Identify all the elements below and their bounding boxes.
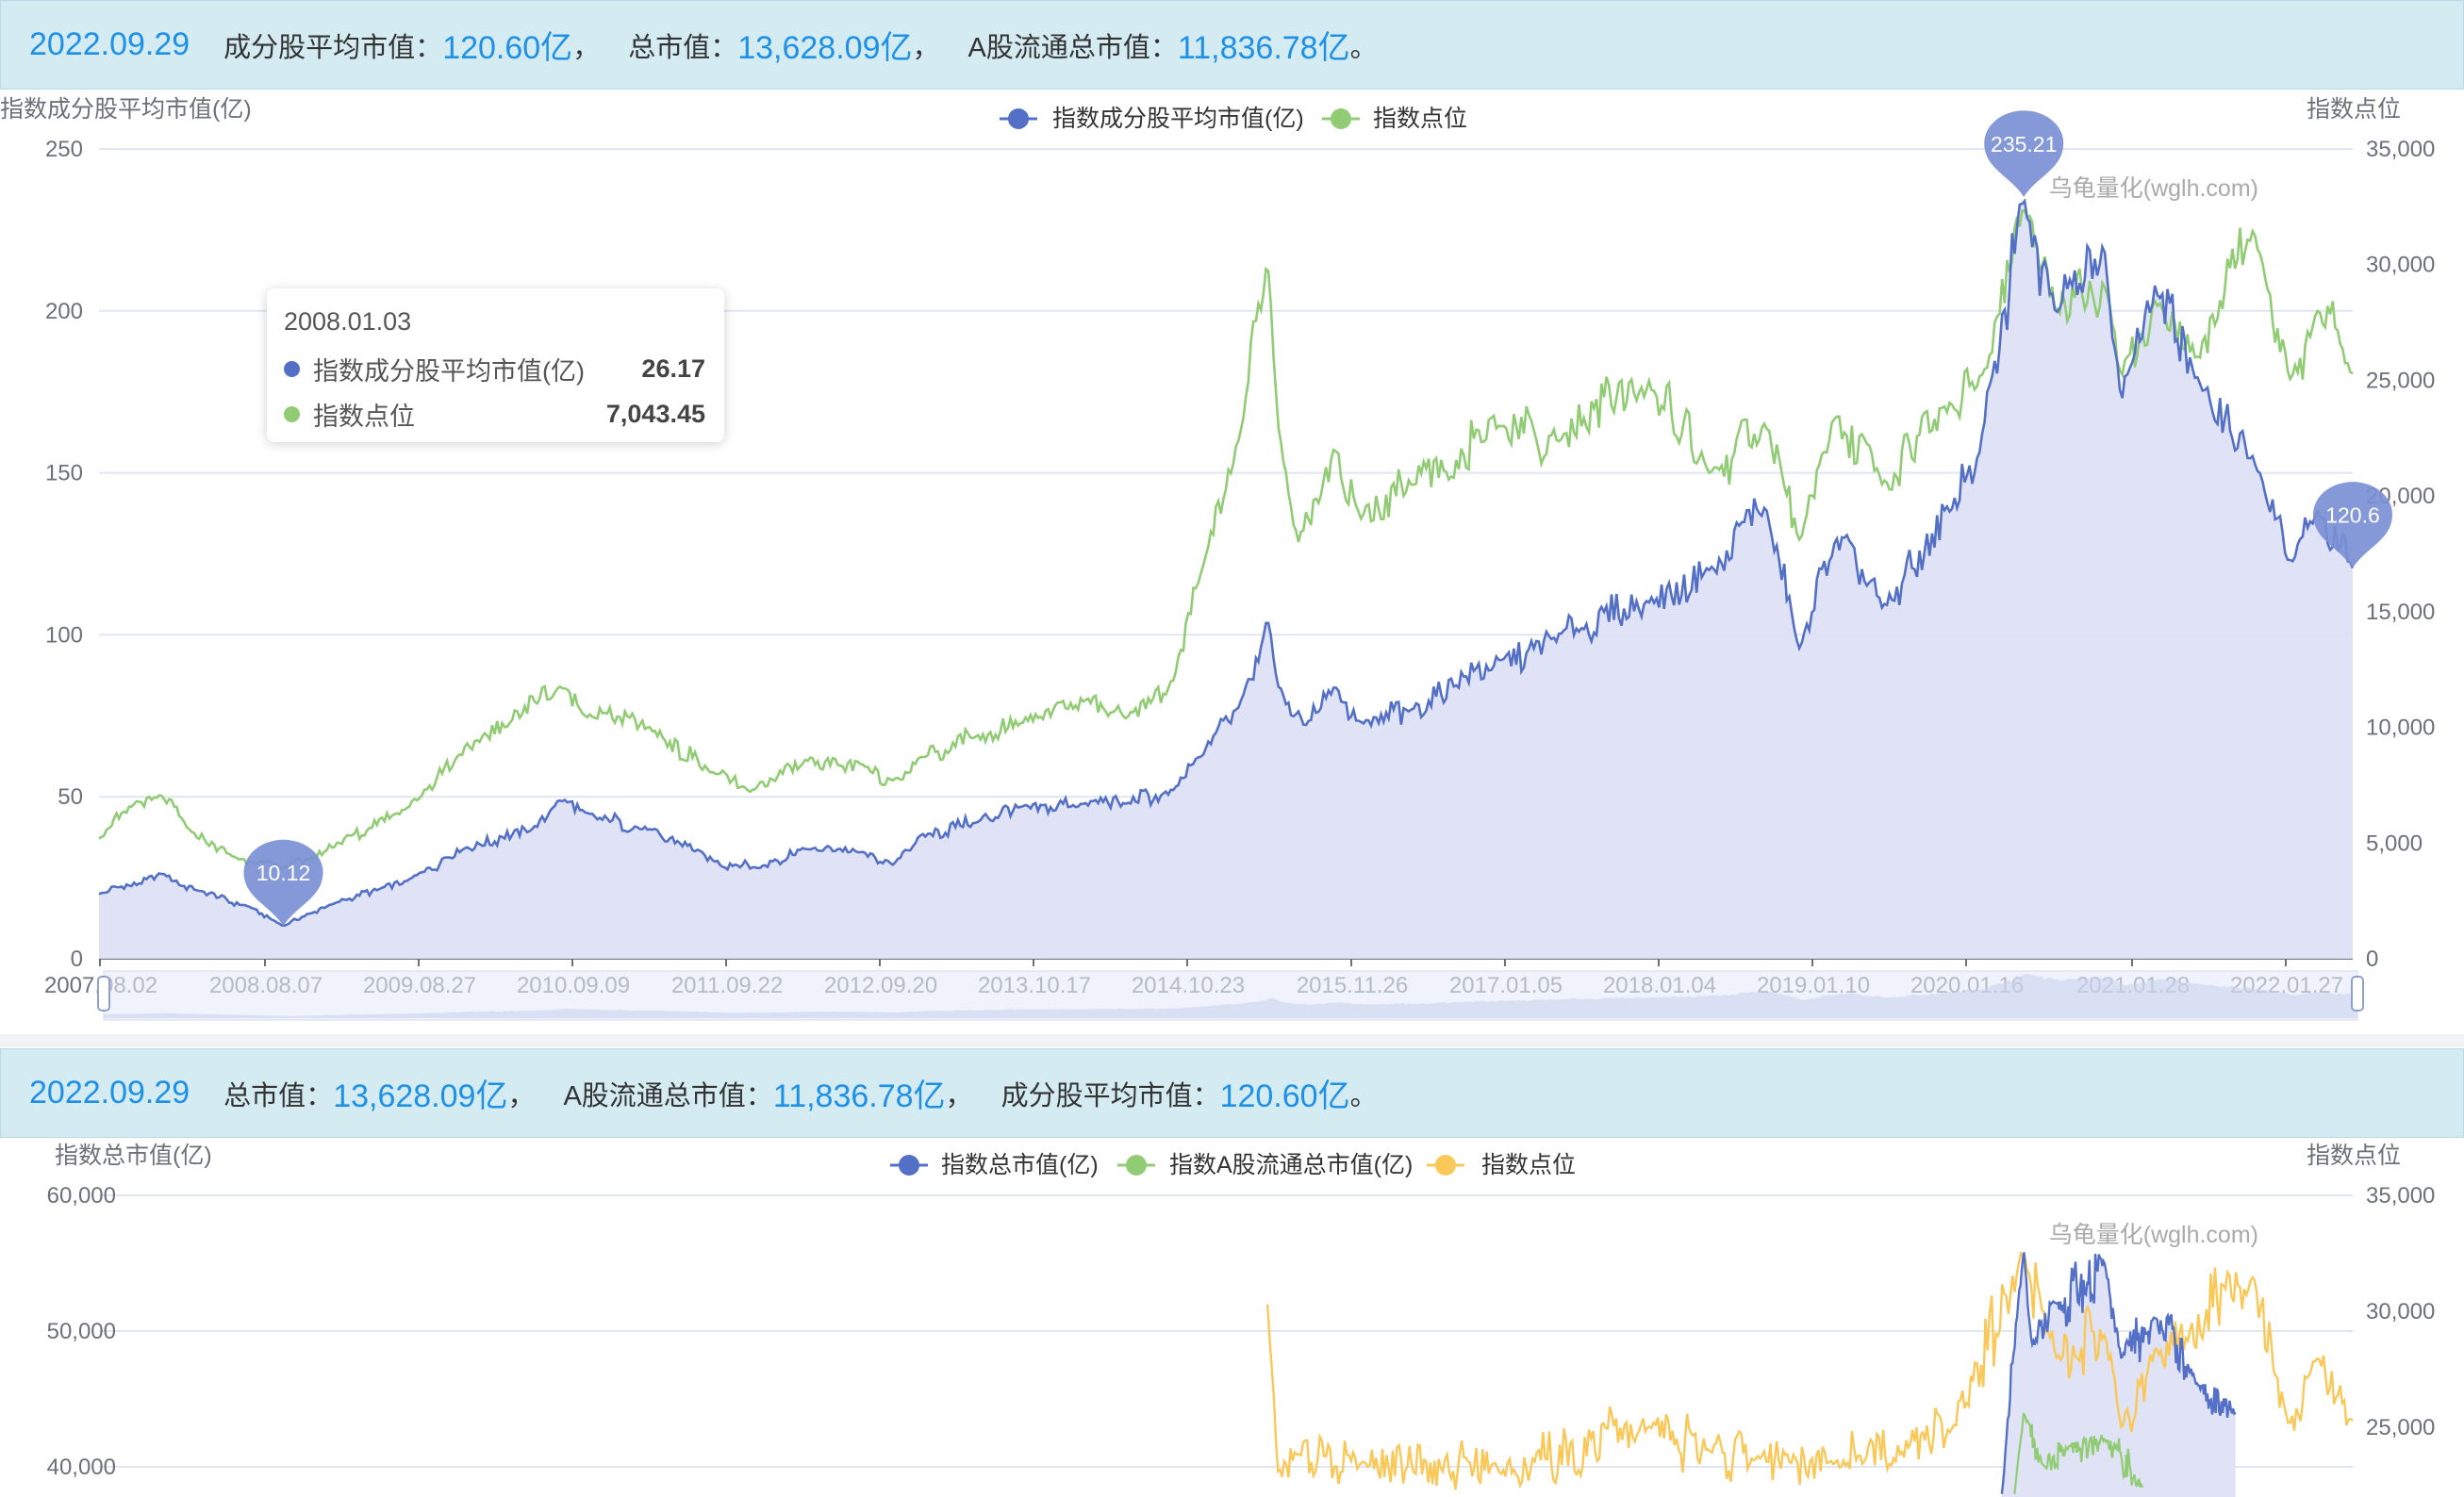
legend-marker — [1331, 108, 1351, 129]
y2-tick-label: 35,000 — [2366, 1183, 2435, 1209]
blue-dot-icon — [284, 360, 300, 377]
y-tick-label: 60,000 — [47, 1183, 116, 1209]
y-tick-label: 40,000 — [47, 1455, 116, 1480]
y2-tick-label: 0 — [2366, 946, 2378, 972]
zoom-handle-left — [97, 976, 110, 1012]
y-tick-label: 200 — [45, 299, 83, 324]
bottom-summary-banner: 2022.09.29 总市值： 13,628.09亿 ， A股流通总市值： 11… — [0, 1048, 2464, 1138]
green-dot-icon — [284, 405, 300, 422]
avg-cap-label: 成分股平均市值： — [1000, 1080, 1220, 1111]
tooltip-date: 2008.01.03 — [284, 307, 412, 336]
watermark-text: 乌龟量化(wglh.com) — [2049, 175, 2258, 202]
y-axis-title: 指数成分股平均市值(亿) — [0, 96, 252, 123]
y2-tick-label: 10,000 — [2366, 716, 2435, 741]
total-cap-label: 总市值： — [628, 32, 738, 63]
legend-marker — [1008, 108, 1029, 129]
y2-tick-label: 15,000 — [2366, 600, 2435, 625]
total-cap-chart[interactable]: 40,000 50,000 60,000 25,000 30,000 35,000 指数总市… — [0, 1139, 2464, 1497]
y2-tick-label: 25,000 — [2366, 1415, 2435, 1440]
tooltip-series-name: 指数成分股平均市值(亿) — [313, 356, 585, 386]
y-tick-label: 150 — [45, 461, 83, 486]
y-tick-label: 0 — [71, 946, 83, 972]
y-tick-label: 50,000 — [47, 1319, 116, 1344]
marker-label: 235.21 — [1991, 132, 2057, 156]
y-tick-label: 100 — [45, 622, 83, 648]
float-cap-label: A股流通总市值： — [563, 1080, 773, 1111]
float-cap-value: 11,836.78亿 — [1177, 30, 1350, 66]
top-summary-banner: 2022.09.29 成分股平均市值： 120.60亿 ， 总市值： 13,62… — [0, 0, 2464, 90]
legend-label: 指数点位 — [1481, 1152, 1576, 1178]
marker-label: 10.12 — [256, 861, 311, 885]
legend-marker — [1126, 1155, 1147, 1176]
y-axis-title: 指数总市值(亿) — [55, 1143, 212, 1169]
chart-tooltip: 2008.01.03 指数成分股平均市值(亿) 26.17 指数点位 7,043… — [267, 288, 724, 442]
avg-cap-value: 120.60亿 — [442, 30, 573, 66]
legend-marker — [1435, 1155, 1456, 1176]
y-tick-label: 50 — [58, 784, 83, 810]
avg-cap-chart[interactable]: 05010015020025005,00010,00015,00020,0002… — [0, 91, 2464, 1034]
y-tick-label: 250 — [45, 137, 83, 162]
summary-end: 。 — [1349, 32, 1378, 63]
total-cap-label: 总市值： — [223, 1080, 334, 1111]
legend-label: 指数总市值(亿) — [941, 1152, 1099, 1178]
y2-axis-title: 指数点位 — [2307, 96, 2401, 123]
marker-label: 120.6 — [2325, 503, 2380, 528]
summary-date: 2022.09.29 — [29, 1075, 190, 1110]
y2-tick-label: 30,000 — [2366, 1299, 2435, 1324]
summary-date: 2022.09.29 — [29, 26, 190, 62]
legend-marker — [899, 1155, 919, 1176]
total-cap-area — [2001, 1252, 2236, 1497]
y2-tick-label: 35,000 — [2366, 137, 2435, 162]
legend-label: 指数点位 — [1373, 106, 1467, 132]
legend-label: 指数成分股平均市值(亿) — [1052, 106, 1304, 132]
total-cap-value: 13,628.09亿 — [333, 1078, 508, 1114]
tooltip-row: 指数点位 7,043.45 — [284, 391, 705, 436]
avg-cap-value: 120.60亿 — [1219, 1078, 1350, 1114]
y2-tick-label: 25,000 — [2366, 368, 2435, 393]
tooltip-series-value: 26.17 — [641, 354, 705, 383]
avg-cap-label: 成分股平均市值： — [223, 32, 443, 63]
tooltip-series-name: 指数点位 — [313, 402, 415, 431]
float-cap-value: 11,836.78亿 — [772, 1078, 946, 1114]
y2-tick-label: 30,000 — [2366, 253, 2435, 278]
zoom-handle-right — [2351, 976, 2364, 1012]
tooltip-series-value: 7,043.45 — [605, 399, 705, 428]
watermark-text: 乌龟量化(wglh.com) — [2049, 1222, 2258, 1248]
section-divider — [0, 1034, 2464, 1047]
float-cap-label: A股流通总市值： — [967, 32, 1178, 63]
y2-tick-label: 5,000 — [2366, 831, 2423, 856]
total-cap-value: 13,628.09亿 — [737, 30, 913, 66]
summary-end: 。 — [1349, 1080, 1378, 1111]
legend-label: 指数A股流通总市值(亿) — [1169, 1152, 1413, 1178]
y2-axis-title: 指数点位 — [2307, 1143, 2401, 1169]
tooltip-row: 指数成分股平均市值(亿) 26.17 — [284, 346, 705, 391]
